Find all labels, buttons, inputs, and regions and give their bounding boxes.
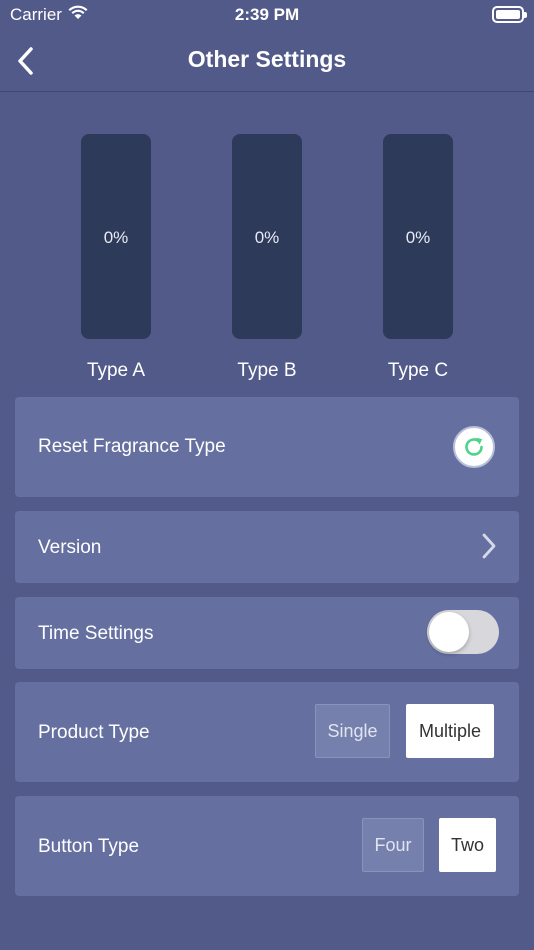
- battery-icon: [492, 6, 527, 23]
- page-title: Other Settings: [187, 46, 347, 72]
- gauge-label: Type C: [387, 360, 449, 381]
- status-bar: Carrier 2:39 PM: [0, 0, 534, 32]
- time-settings-toggle[interactable]: [427, 610, 499, 654]
- version-row[interactable]: Version: [15, 511, 519, 583]
- product-type-single-button[interactable]: Single: [315, 704, 390, 758]
- nav-bar: Other Settings: [0, 32, 534, 92]
- button-type-label: Button Type: [38, 836, 140, 857]
- status-time: 2:39 PM: [234, 5, 300, 24]
- gauge-label: Type B: [237, 360, 297, 381]
- gauge-value: 0%: [405, 228, 431, 247]
- product-type-multiple-button[interactable]: Multiple: [406, 704, 494, 758]
- button-type-four-button[interactable]: Four: [362, 818, 424, 872]
- product-type-label: Product Type: [38, 722, 150, 743]
- gauge-value: 0%: [254, 228, 280, 247]
- toggle-knob: [429, 612, 469, 652]
- time-settings-label: Time Settings: [38, 623, 154, 644]
- gauge-value: 0%: [103, 228, 129, 247]
- reset-fragrance-row: Reset Fragrance Type: [15, 397, 519, 497]
- gauge-label: Type A: [86, 360, 146, 381]
- button-type-row: Button Type Four Two: [15, 796, 519, 896]
- gauge-type-a: 0%: [81, 134, 151, 339]
- reset-fragrance-label: Reset Fragrance Type: [38, 436, 226, 457]
- gauge-type-b: 0%: [232, 134, 302, 339]
- button-type-two-button[interactable]: Two: [439, 818, 496, 872]
- reset-fragrance-button[interactable]: [453, 426, 495, 468]
- time-settings-row: Time Settings: [15, 597, 519, 669]
- version-label: Version: [38, 537, 102, 558]
- chevron-right-icon: [479, 531, 499, 561]
- fragrance-gauges: 0% Type A 0% Type B 0% Type C: [0, 134, 534, 384]
- product-type-row: Product Type Single Multiple: [15, 682, 519, 782]
- gauge-type-c: 0%: [383, 134, 453, 339]
- refresh-icon: [465, 437, 483, 456]
